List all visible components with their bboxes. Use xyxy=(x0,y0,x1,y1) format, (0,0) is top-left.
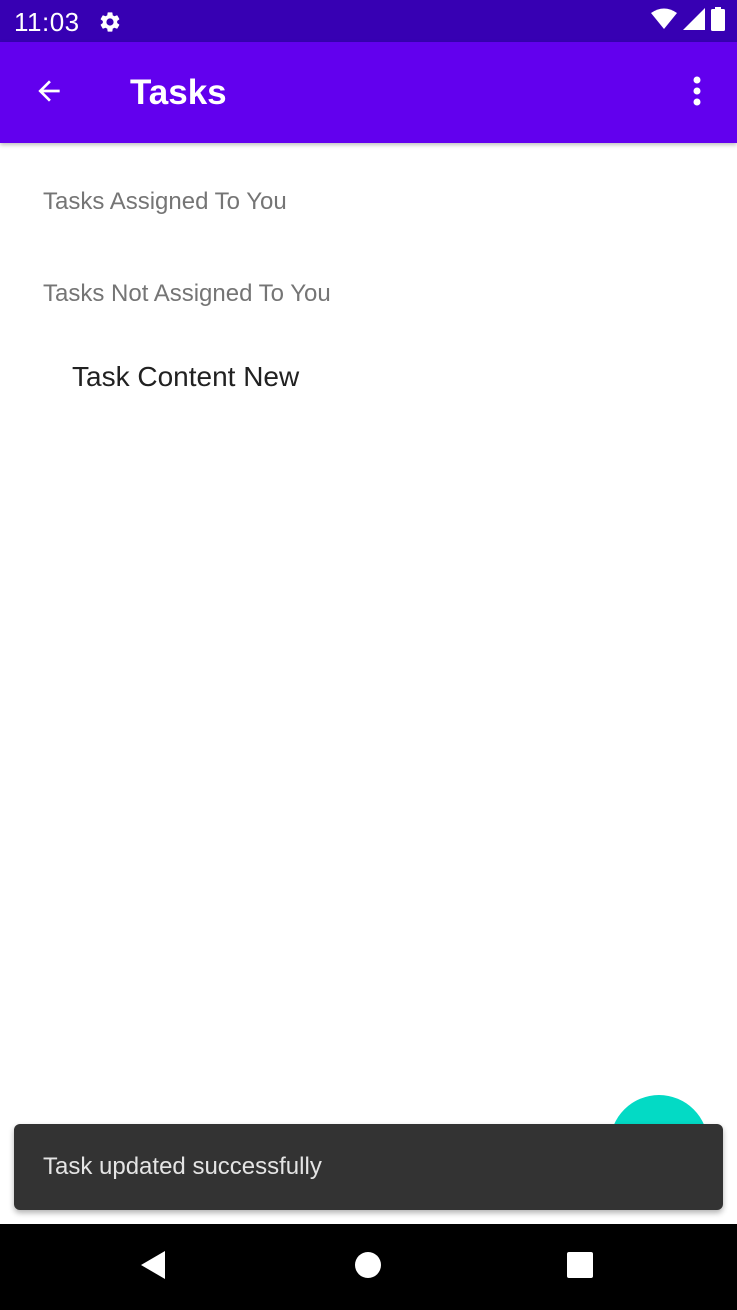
nav-back-icon xyxy=(139,1249,167,1286)
battery-icon xyxy=(711,6,725,36)
nav-back-button[interactable] xyxy=(133,1247,173,1287)
navigation-bar xyxy=(0,1224,737,1310)
snackbar: Task updated successfully xyxy=(14,1124,723,1210)
task-list-item[interactable]: Task Content New xyxy=(72,360,299,394)
status-icons xyxy=(651,6,725,36)
page-title: Tasks xyxy=(130,73,227,112)
nav-home-button[interactable] xyxy=(348,1247,388,1287)
wifi-icon xyxy=(651,8,677,35)
arrow-back-icon xyxy=(33,75,65,112)
nav-recents-button[interactable] xyxy=(560,1247,600,1287)
section-header-assigned: Tasks Assigned To You xyxy=(43,188,287,215)
more-vert-icon xyxy=(692,76,702,111)
back-button[interactable] xyxy=(24,68,74,118)
signal-icon xyxy=(683,7,705,35)
section-header-not-assigned: Tasks Not Assigned To You xyxy=(43,280,331,307)
nav-recents-icon xyxy=(566,1251,594,1284)
app-bar: Tasks xyxy=(0,42,737,143)
status-time: 11:03 xyxy=(14,7,80,37)
snackbar-message: Task updated successfully xyxy=(43,1153,322,1180)
screen: 11:03 Tasks Tasks Assigned To You Tasks … xyxy=(0,0,737,1310)
overflow-menu-button[interactable] xyxy=(677,68,717,118)
status-bar: 11:03 xyxy=(0,0,737,42)
nav-home-icon xyxy=(354,1251,382,1284)
settings-gear-icon xyxy=(98,10,122,34)
